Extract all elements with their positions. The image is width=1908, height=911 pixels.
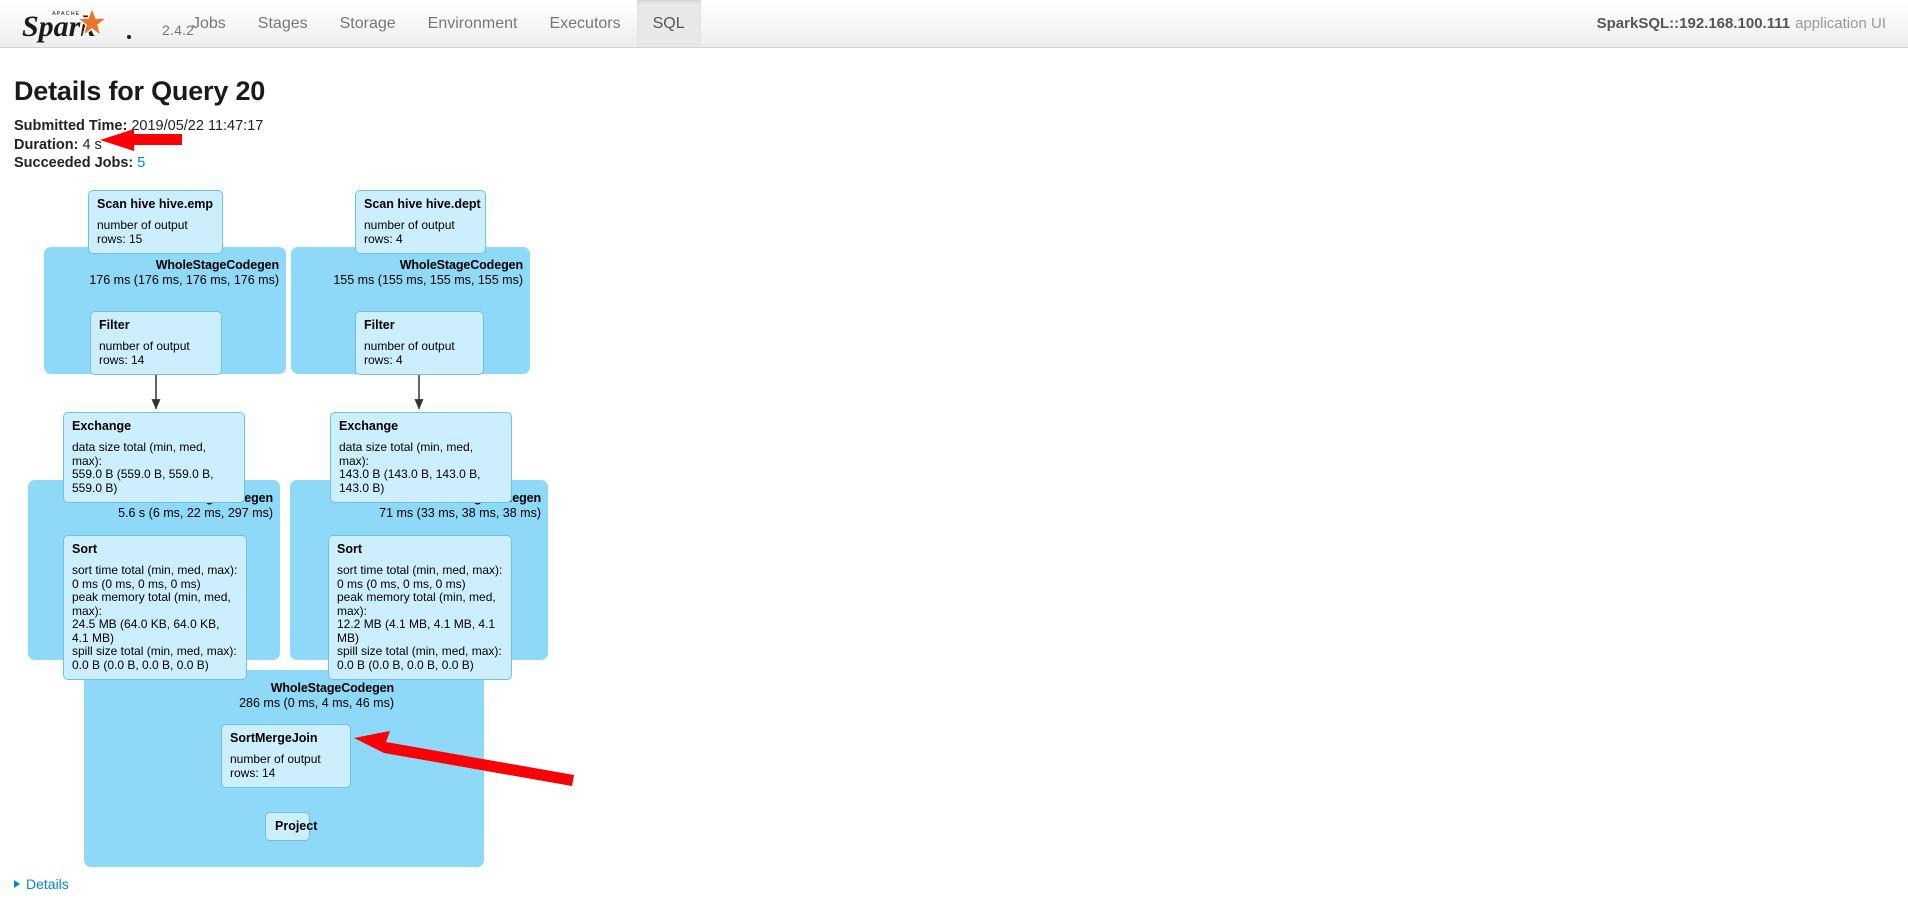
node-title: Exchange — [339, 419, 399, 433]
node-title: Filter — [99, 318, 130, 332]
node-exchange-left[interactable]: Exchange data size total (min, med, max)… — [63, 412, 245, 503]
nav-item-sql[interactable]: SQL — [636, 0, 701, 47]
node-title: Sort — [72, 542, 97, 556]
svg-text:APACHE: APACHE — [52, 11, 80, 17]
spark-logo-icon: Spark APACHE — [22, 6, 131, 43]
duration-value: 4 s — [82, 136, 102, 153]
succeeded-jobs-link[interactable]: 5 — [137, 155, 145, 171]
node-metrics: number of output rows: 14 — [99, 339, 190, 367]
chevron-right-icon — [14, 880, 20, 888]
cluster-label-right-1: WholeStageCodegen 155 ms (155 ms, 155 ms… — [333, 258, 523, 287]
navbar: Spark APACHE 2.4.2 Jobs Stages Storage E… — [0, 0, 1908, 48]
submitted-time-row: Submitted Time: 2019/05/22 11:47:17 — [14, 117, 263, 136]
node-title: SortMergeJoin — [230, 731, 318, 745]
nav-item-environment[interactable]: Environment — [412, 0, 534, 47]
node-scan-hive-dept[interactable]: Scan hive hive.dept number of output row… — [355, 190, 486, 254]
nav-item-executors[interactable]: Executors — [533, 0, 636, 47]
node-scan-hive-emp[interactable]: Scan hive hive.emp number of output rows… — [88, 190, 223, 254]
node-metrics: sort time total (min, med, max): 0 ms (0… — [337, 563, 503, 672]
node-metrics: data size total (min, med, max): 559.0 B… — [72, 440, 214, 495]
nav-item-jobs[interactable]: Jobs — [176, 0, 242, 47]
node-title: Filter — [364, 318, 395, 332]
details-toggle[interactable]: Details — [14, 876, 69, 892]
node-exchange-right[interactable]: Exchange data size total (min, med, max)… — [330, 412, 512, 503]
application-name-primary: SparkSQL::192.168.100.111 — [1596, 15, 1791, 32]
node-filter-right[interactable]: Filter number of output rows: 4 — [355, 311, 484, 375]
submitted-time-label: Submitted Time: — [14, 118, 128, 134]
brand-logo[interactable]: Spark APACHE 2.4.2 — [22, 4, 194, 44]
succeeded-jobs-label: Succeeded Jobs: — [14, 155, 134, 171]
node-title: Sort — [337, 542, 362, 556]
cluster-title: WholeStageCodegen — [270, 681, 394, 695]
cluster-label-join: WholeStageCodegen 286 ms (0 ms, 4 ms, 46… — [239, 681, 394, 710]
query-metadata: Submitted Time: 2019/05/22 11:47:17 Dura… — [14, 117, 263, 173]
node-metrics: number of output rows: 4 — [364, 218, 455, 246]
node-metrics: sort time total (min, med, max): 0 ms (0… — [72, 563, 238, 672]
application-name-suffix: application UI — [1795, 15, 1886, 32]
node-title: Exchange — [72, 419, 132, 433]
details-toggle-label: Details — [26, 876, 69, 892]
main-nav: Jobs Stages Storage Environment Executor… — [176, 0, 701, 47]
cluster-metrics: 5.6 s (6 ms, 22 ms, 297 ms) — [118, 505, 273, 520]
cluster-metrics: 155 ms (155 ms, 155 ms, 155 ms) — [333, 272, 523, 287]
node-title: Scan hive hive.dept — [364, 197, 481, 211]
spark-sql-query-details-page: Spark APACHE 2.4.2 Jobs Stages Storage E… — [0, 0, 1908, 911]
cluster-label-left-1: WholeStageCodegen 176 ms (176 ms, 176 ms… — [89, 258, 279, 287]
node-sort-left[interactable]: Sort sort time total (min, med, max): 0 … — [63, 535, 247, 680]
cluster-metrics: 176 ms (176 ms, 176 ms, 176 ms) — [89, 272, 279, 287]
succeeded-jobs-row: Succeeded Jobs: 5 — [14, 154, 263, 173]
cluster-title: WholeStageCodegen — [399, 258, 523, 272]
node-sort-right[interactable]: Sort sort time total (min, med, max): 0 … — [328, 535, 512, 680]
node-title: Project — [275, 819, 318, 833]
node-sort-merge-join[interactable]: SortMergeJoin number of output rows: 14 — [221, 724, 351, 788]
node-metrics: data size total (min, med, max): 143.0 B… — [339, 440, 481, 495]
nav-item-storage[interactable]: Storage — [324, 0, 412, 47]
node-filter-left[interactable]: Filter number of output rows: 14 — [90, 311, 222, 375]
cluster-title: WholeStageCodegen — [155, 258, 279, 272]
node-metrics: number of output rows: 4 — [364, 339, 455, 367]
node-metrics: number of output rows: 15 — [97, 218, 188, 246]
cluster-metrics: 71 ms (33 ms, 38 ms, 38 ms) — [379, 505, 541, 520]
duration-row: Duration: 4 s — [14, 136, 263, 155]
node-project[interactable]: Project — [265, 812, 318, 841]
node-title: Scan hive hive.emp — [97, 197, 214, 211]
page-title: Details for Query 20 — [14, 76, 266, 107]
cluster-metrics: 286 ms (0 ms, 4 ms, 46 ms) — [239, 695, 394, 710]
duration-label: Duration: — [14, 136, 79, 153]
nav-item-stages[interactable]: Stages — [242, 0, 324, 47]
node-metrics: number of output rows: 14 — [230, 752, 321, 780]
application-name: SparkSQL::192.168.100.111 application UI — [1597, 0, 1886, 47]
submitted-time-value: 2019/05/22 11:47:17 — [131, 118, 264, 134]
